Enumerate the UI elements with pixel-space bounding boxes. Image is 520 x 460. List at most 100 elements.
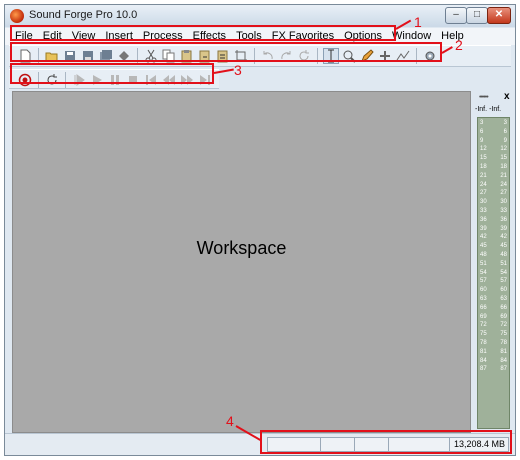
meter-scale-label: 87 — [500, 366, 507, 373]
meter-close-icon[interactable]: x — [504, 91, 510, 102]
callout-toolbar-box — [10, 42, 442, 62]
meter-scale-label: 78 — [480, 339, 487, 346]
meter-scale-label: 36 — [500, 216, 507, 223]
minimize-icon: – — [453, 9, 459, 20]
meter-scale-label: 24 — [500, 181, 507, 188]
meter-scale-label: 42 — [500, 234, 507, 241]
meter-scale-label: 48 — [480, 251, 487, 258]
callout-number-3: 3 — [234, 62, 242, 78]
meter-scale-row: 81 81 — [478, 349, 509, 358]
meter-scale-label: 3 — [480, 120, 484, 126]
meter-scale-label: 12 — [500, 146, 507, 153]
meter-grip-handle[interactable]: •••••• — [479, 94, 489, 101]
maximize-icon: □ — [473, 9, 481, 20]
meter-scale-label: 36 — [480, 216, 487, 223]
meter-scale-label: 33 — [480, 207, 487, 214]
meter-scale-row: 63 63 — [478, 296, 509, 305]
meter-scale-row: 15 15 — [478, 155, 509, 164]
callout-transport-box — [10, 63, 214, 84]
meter-scale-row: 33 — [478, 120, 509, 129]
meter-scale-row: 12 12 — [478, 146, 509, 155]
meter-scale-label: 81 — [480, 348, 487, 355]
peak-left-value[interactable]: -Inf. — [475, 106, 487, 113]
meter-scale-label: 15 — [480, 155, 487, 162]
meter-scale-label: 63 — [480, 295, 487, 302]
meter-scale-label: 72 — [500, 322, 507, 329]
peak-right-value[interactable]: -Inf. — [489, 106, 501, 113]
meter-scale-row: 24 24 — [478, 182, 509, 191]
callout-number-4: 4 — [226, 413, 234, 429]
meter-scale-label: 51 — [500, 260, 507, 267]
meter-scale-row: 27 27 — [478, 190, 509, 199]
meter-scale-label: 45 — [480, 243, 487, 250]
meter-scale-row: 99 — [478, 138, 509, 147]
meter-scale-label: 75 — [500, 331, 507, 338]
callout-number-2: 2 — [455, 37, 463, 53]
meter-scale-row: 84 84 — [478, 358, 509, 367]
meter-scale-label: 69 — [500, 313, 507, 320]
meter-scale-row: 57 57 — [478, 278, 509, 287]
meter-scale-row: 36 36 — [478, 217, 509, 226]
meter-scale-row: 42 42 — [478, 234, 509, 243]
meter-scale-label: 9 — [503, 137, 507, 144]
meter-scale-label: 66 — [480, 304, 487, 311]
meter-scale-label: 54 — [480, 269, 487, 276]
meter-scale-label: 54 — [500, 269, 507, 276]
minimize-button[interactable]: – — [445, 7, 467, 24]
meter-scale-label: 24 — [480, 181, 487, 188]
meter-scale-label: 72 — [480, 322, 487, 329]
meter-scale-row: 48 48 — [478, 252, 509, 261]
window-title: Sound Forge Pro 10.0 — [29, 9, 138, 21]
meter-scale-label: 39 — [500, 225, 507, 232]
meter-scale-label: 45 — [500, 243, 507, 250]
workspace-label: Workspace — [196, 238, 287, 258]
meter-scale-row: 39 39 — [478, 226, 509, 235]
meter-scale-label: 3 — [503, 120, 507, 126]
meter-scale-label: 57 — [500, 278, 507, 285]
close-button[interactable]: ✕ — [487, 7, 511, 24]
meter-scale-label: 63 — [500, 295, 507, 302]
meter-scale-label: 66 — [500, 304, 507, 311]
meter-scale-label: 84 — [500, 357, 507, 364]
meter-scale-row: 60 60 — [478, 287, 509, 296]
meter-scale-label: 30 — [500, 199, 507, 206]
menu-window[interactable]: Window — [392, 30, 431, 42]
meter-scale-label: 15 — [500, 155, 507, 162]
close-icon: ✕ — [494, 9, 504, 20]
meter-scale-label: 6 — [480, 128, 484, 135]
meter-scale-label: 27 — [480, 190, 487, 197]
maximize-button[interactable]: □ — [466, 7, 488, 24]
title-bar[interactable]: Sound Forge Pro 10.0 – □ ✕ — [5, 5, 515, 27]
meter-scale-label: 60 — [500, 287, 507, 294]
meter-scale-label: 21 — [480, 172, 487, 179]
playbar-meters: •••••• x -Inf. -Inf. 3 3 6 6 9 9 12 12 15 15 18 18 2… — [473, 91, 513, 433]
meter-scale-row: 66 66 — [478, 305, 509, 314]
meter-scale-label: 75 — [480, 331, 487, 338]
meter-scale-row: 69 69 — [478, 314, 509, 323]
meter-scale-label: 21 — [500, 172, 507, 179]
meter-scale-row: 72 72 — [478, 322, 509, 331]
meter-scale-label: 81 — [500, 348, 507, 355]
meter-scale-label: 9 — [480, 137, 484, 144]
meter-scale-label: 39 — [480, 225, 487, 232]
callout-statusbar-box — [260, 430, 512, 454]
meter-scale-label: 27 — [500, 190, 507, 197]
callout-number-1: 1 — [414, 14, 422, 30]
meter-scale-label: 18 — [500, 163, 507, 170]
meter-scale-label: 78 — [500, 339, 507, 346]
level-meter[interactable]: 3 3 6 6 9 9 12 12 15 15 18 18 21 21 24 24 27 27 30 30 33 33 36… — [477, 117, 510, 429]
meter-scale-row: 87 87 — [478, 366, 509, 375]
meter-scale-label: 12 — [480, 146, 487, 153]
meter-scale-row: 75 75 — [478, 331, 509, 340]
app-icon[interactable] — [10, 9, 24, 23]
meter-scale: 3 3 6 6 9 9 12 12 15 15 18 18 21 21 24 24 27 27 30 30 33 33 36… — [478, 120, 509, 375]
workspace-area[interactable]: Workspace — [12, 91, 471, 433]
callout-menubar-box — [10, 25, 396, 41]
meter-scale-row: 21 21 — [478, 173, 509, 182]
meter-scale-label: 69 — [480, 313, 487, 320]
meter-scale-row: 45 45 — [478, 243, 509, 252]
meter-scale-label: 51 — [480, 260, 487, 267]
meter-scale-label: 84 — [480, 357, 487, 364]
meter-scale-row: 33 33 — [478, 208, 509, 217]
meter-scale-row: 51 51 — [478, 261, 509, 270]
